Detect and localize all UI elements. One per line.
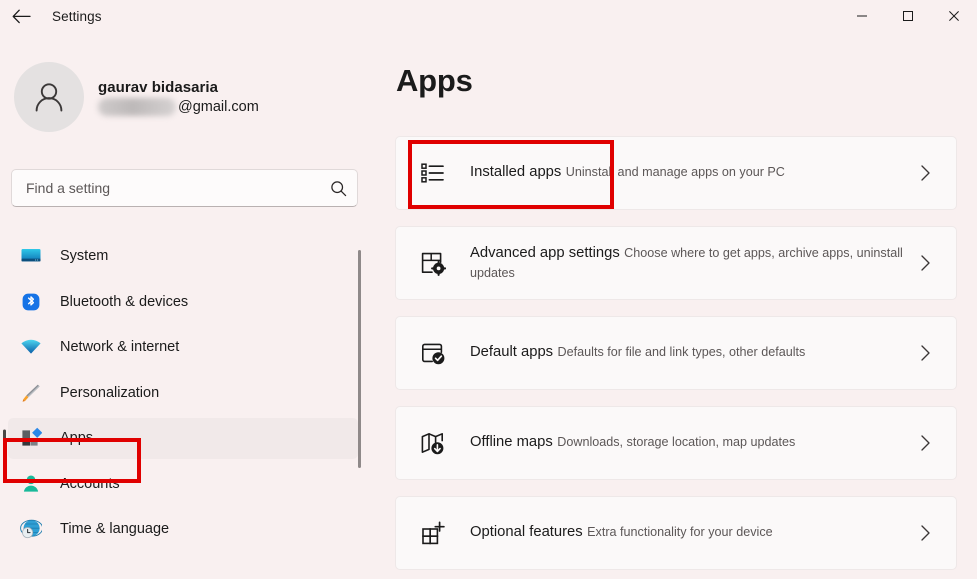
account-email: @gmail.com <box>98 98 259 117</box>
sidebar-item-label: System <box>60 248 108 264</box>
card-subtitle: Downloads, storage location, map updates <box>557 435 795 449</box>
card-title: Offline maps <box>470 434 553 450</box>
card-installed-apps[interactable]: Installed apps Uninstall and manage apps… <box>395 136 957 210</box>
sidebar-item-label: Time & language <box>60 521 169 537</box>
sidebar-item-label: Accounts <box>60 476 120 492</box>
sidebar-item-accounts[interactable]: Accounts <box>8 463 358 504</box>
sidebar-item-apps[interactable]: Apps <box>8 418 358 459</box>
sidebar-scrollbar[interactable] <box>358 250 361 468</box>
app-gear-icon <box>418 248 448 278</box>
account-email-suffix: @gmail.com <box>178 98 259 117</box>
card-title: Default apps <box>470 344 553 360</box>
avatar <box>14 62 84 132</box>
back-button[interactable] <box>0 0 42 32</box>
card-title: Optional features <box>470 524 583 540</box>
sidebar-item-personalization[interactable]: Personalization <box>8 372 358 413</box>
title-bar: Settings <box>0 0 977 32</box>
page-title: Apps <box>396 63 473 99</box>
card-text: Offline maps Downloads, storage location… <box>470 433 919 453</box>
search-input[interactable] <box>26 180 330 196</box>
card-title: Advanced app settings <box>470 245 620 261</box>
map-download-icon <box>418 428 448 458</box>
redacted-email-bar <box>98 98 176 116</box>
apps-icon <box>20 426 46 450</box>
card-text: Advanced app settings Choose where to ge… <box>470 244 919 282</box>
sidebar-item-label: Personalization <box>60 385 159 401</box>
sidebar-item-bluetooth-devices[interactable]: Bluetooth & devices <box>8 281 358 322</box>
maximize-button[interactable] <box>885 0 931 32</box>
bluetooth-icon <box>20 290 46 314</box>
sidebar-item-system[interactable]: System <box>8 236 358 277</box>
paintbrush-icon <box>20 381 46 405</box>
close-button[interactable] <box>931 0 977 32</box>
card-default-apps[interactable]: Default apps Defaults for file and link … <box>395 316 957 390</box>
sidebar-item-time-language[interactable]: Time & language <box>8 509 358 550</box>
minimize-button[interactable] <box>839 0 885 32</box>
chevron-right-icon <box>919 433 936 453</box>
sidebar-item-label: Apps <box>60 430 93 446</box>
window-title: Settings <box>52 9 102 24</box>
account-block[interactable]: gaurav bidasaria @gmail.com <box>14 62 344 132</box>
card-subtitle: Extra functionality for your device <box>587 525 773 539</box>
sidebar-item-label: Network & internet <box>60 339 179 355</box>
settings-window: Settings <box>0 0 977 579</box>
search-box[interactable] <box>11 169 358 207</box>
card-subtitle: Uninstall and manage apps on your PC <box>566 165 785 179</box>
chevron-right-icon <box>919 163 936 183</box>
window-check-icon <box>418 338 448 368</box>
chevron-right-icon <box>919 253 936 273</box>
card-title: Installed apps <box>470 164 561 180</box>
account-name: gaurav bidasaria <box>98 78 259 97</box>
wifi-icon <box>20 335 46 359</box>
card-offline-maps[interactable]: Offline maps Downloads, storage location… <box>395 406 957 480</box>
monitor-icon <box>20 244 46 268</box>
list-items-icon <box>418 158 448 188</box>
card-subtitle: Defaults for file and link types, other … <box>558 345 806 359</box>
settings-card-list: Installed apps Uninstall and manage apps… <box>395 136 957 579</box>
sidebar-nav: System Bluetooth & devices Network <box>0 231 368 579</box>
search-icon <box>330 180 347 197</box>
card-text: Installed apps Uninstall and manage apps… <box>470 163 919 183</box>
person-icon <box>20 472 46 496</box>
chevron-right-icon <box>919 523 936 543</box>
caption-buttons <box>839 0 977 32</box>
card-text: Optional features Extra functionality fo… <box>470 523 919 543</box>
card-text: Default apps Defaults for file and link … <box>470 343 919 363</box>
account-text: gaurav bidasaria @gmail.com <box>98 78 259 117</box>
card-optional-features[interactable]: Optional features Extra functionality fo… <box>395 496 957 570</box>
chevron-right-icon <box>919 343 936 363</box>
globe-clock-icon <box>20 517 46 541</box>
sidebar-item-label: Bluetooth & devices <box>60 294 188 310</box>
main-content: Apps Installed apps Uninstall an <box>368 32 977 579</box>
grid-plus-icon <box>418 518 448 548</box>
card-advanced-app-settings[interactable]: Advanced app settings Choose where to ge… <box>395 226 957 300</box>
sidebar-item-network-internet[interactable]: Network & internet <box>8 327 358 368</box>
